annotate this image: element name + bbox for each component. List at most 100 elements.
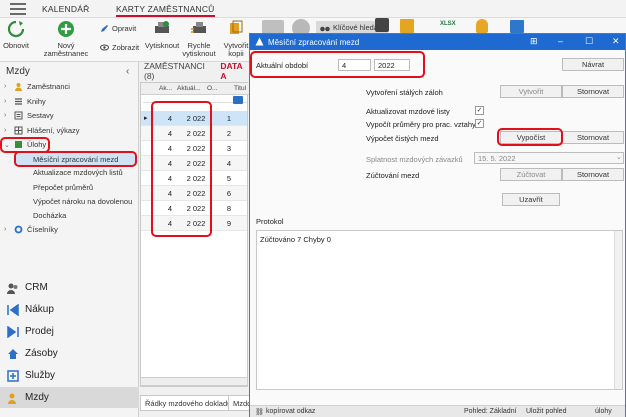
protokol-area[interactable]: Zúčtováno 7 Chyby 0 bbox=[256, 230, 623, 390]
ulohy-status[interactable]: úlohy bbox=[595, 408, 612, 415]
obnovit-button[interactable]: Obnovit bbox=[2, 20, 30, 50]
chevron-down-icon[interactable]: ⌄ bbox=[616, 153, 622, 161]
tab-radky-mzdoveho-dokladu[interactable]: Řádky mzdového dokladu bbox=[140, 395, 237, 411]
zuctovat-button[interactable]: Zúčtovat bbox=[500, 168, 562, 181]
pencil-icon bbox=[101, 25, 108, 32]
splatnost-label: Splatnost mzdových závazků bbox=[366, 155, 463, 164]
horizontal-scrollbar[interactable] bbox=[140, 377, 248, 386]
minimize-icon[interactable]: – bbox=[558, 36, 563, 46]
table-cell: 9 bbox=[226, 219, 232, 228]
novy-label: Nový zaměstnanec bbox=[43, 41, 89, 58]
tree-knihy[interactable]: › Knihy bbox=[4, 97, 46, 106]
stornovat-vypocet-button[interactable]: Stornovat bbox=[562, 131, 624, 144]
col-aktual[interactable]: Aktuál... bbox=[177, 85, 200, 92]
tree-vypocet-naroku[interactable]: Výpočet nároku na dovolenou bbox=[33, 197, 132, 206]
expand-icon[interactable]: › bbox=[4, 226, 10, 233]
close-icon[interactable]: ✕ bbox=[612, 36, 620, 47]
col-o[interactable]: O... bbox=[207, 85, 217, 92]
expand-icon[interactable]: › bbox=[4, 112, 10, 119]
tab-kalendar[interactable]: KALENDÁŘ bbox=[42, 4, 89, 14]
module-label: Mzdy bbox=[25, 392, 49, 403]
vytisknout-label: Vytisknout bbox=[144, 41, 180, 50]
tree-aktualizace[interactable]: Aktualizace mzdových listů bbox=[33, 168, 123, 177]
obnovit-label: Obnovit bbox=[3, 41, 29, 50]
tab-karty-zamestnancu[interactable]: KARTY ZAMĚSTNANCŮ bbox=[116, 4, 215, 17]
stornovat-zuctovani-button[interactable]: Stornovat bbox=[562, 168, 624, 181]
tree-label: Výpočet nároku na dovolenou bbox=[33, 197, 133, 206]
uzavrit-button[interactable]: Uzavřít bbox=[502, 193, 560, 206]
tree-sestavy[interactable]: › Sestavy bbox=[4, 111, 54, 120]
vytvorit-kopii-button[interactable]: Vytvořit kopii bbox=[220, 20, 252, 58]
module-crm[interactable]: CRM bbox=[0, 277, 139, 298]
aktualizovat-label: Aktualizovat mzdové listy bbox=[366, 107, 450, 116]
maximize-icon[interactable]: ☐ bbox=[585, 36, 593, 47]
tree-label: Číselníky bbox=[27, 225, 58, 234]
database-icon[interactable] bbox=[476, 19, 488, 33]
highlight-mesicni bbox=[14, 151, 137, 167]
pin-icon[interactable]: ⊞ bbox=[530, 36, 538, 47]
table-cell: 2 bbox=[226, 129, 232, 138]
module-label: Prodej bbox=[25, 326, 54, 337]
xlsx-icon[interactable]: XLSX bbox=[440, 21, 456, 27]
fast-print-icon bbox=[191, 22, 206, 33]
vytvorit-button[interactable]: Vytvořit bbox=[500, 85, 562, 98]
stornovat-zalohy-button[interactable]: Stornovat bbox=[562, 85, 624, 98]
zobrazit-button[interactable]: Zobrazit bbox=[100, 43, 139, 52]
splatnost-select[interactable]: 15. 5. 2022 bbox=[474, 152, 624, 164]
navrat-button[interactable]: Návrat bbox=[562, 58, 624, 71]
pohled-label[interactable]: Pohled: Základní bbox=[464, 408, 517, 415]
tree-label: Přepočet průměrů bbox=[33, 183, 94, 192]
expand-icon[interactable]: › bbox=[4, 83, 10, 90]
tree-zamestnanci[interactable]: › Zaměstnanci bbox=[4, 82, 70, 91]
col-titul[interactable]: Titul bbox=[234, 85, 246, 92]
opravit-button[interactable]: Opravit bbox=[100, 24, 136, 33]
menu-icon[interactable] bbox=[10, 3, 26, 15]
tree-label: Aktualizace mzdových listů bbox=[33, 168, 123, 177]
kopirovat-odkaz[interactable]: kopírovat odkaz bbox=[266, 408, 315, 415]
protokol-label: Protokol bbox=[256, 217, 284, 226]
expand-icon[interactable]: › bbox=[4, 98, 10, 105]
rychle-label-2: vytisknout bbox=[182, 49, 216, 58]
table-cell: 3 bbox=[226, 144, 232, 153]
link-icon[interactable]: ⛓ bbox=[255, 408, 264, 416]
tree-prepocet[interactable]: Přepočet průměrů bbox=[33, 183, 93, 192]
filter-icon[interactable] bbox=[233, 96, 243, 104]
module-label: Nákup bbox=[25, 304, 54, 315]
tree-dochazka[interactable]: Docházka bbox=[33, 211, 66, 220]
tree-hlaseni[interactable]: › Hlášení, výkazy bbox=[4, 126, 80, 135]
zuctovani-label: Zúčtování mezd bbox=[366, 171, 420, 180]
rychle-vytisknout-button[interactable]: Rychle vytisknout bbox=[180, 20, 218, 58]
highlight-vypocist bbox=[497, 128, 563, 146]
module-prodej[interactable]: Prodej bbox=[0, 321, 139, 342]
module-sluzby[interactable]: Služby bbox=[0, 365, 139, 386]
main-header: ZAMĚSTNANCI (8) DATA A bbox=[140, 61, 250, 81]
module-zasoby[interactable]: Zásoby bbox=[0, 343, 139, 364]
clipboard-icon[interactable] bbox=[400, 19, 414, 33]
status-bar: ⛓ kopírovat odkaz Pohled: Základní Uloži… bbox=[250, 405, 625, 417]
report-icon bbox=[14, 111, 23, 120]
prumery-checkbox[interactable]: ✓ bbox=[475, 119, 484, 128]
table-cell: 5 bbox=[226, 174, 232, 183]
vytvorit-label-2: kopii bbox=[228, 49, 244, 58]
novy-zamestnanec-button[interactable]: Nový zaměstnanec bbox=[35, 20, 97, 58]
module-mzdy[interactable]: Mzdy bbox=[0, 387, 139, 408]
table-cell: 4 bbox=[226, 159, 232, 168]
document-icon[interactable] bbox=[510, 20, 524, 33]
vytisknout-button[interactable]: Vytisknout bbox=[143, 20, 181, 50]
tab-mzdo[interactable]: Mzdo bbox=[228, 395, 250, 411]
list-icon bbox=[15, 98, 22, 105]
col-ak[interactable]: Ak... bbox=[159, 85, 172, 92]
highlight-grid-columns bbox=[151, 101, 212, 237]
monitor-icon[interactable] bbox=[375, 18, 389, 32]
expand-icon[interactable]: › bbox=[4, 127, 10, 134]
table-cell: 1 bbox=[226, 114, 232, 123]
gear-icon bbox=[14, 225, 23, 234]
protokol-scrollbar[interactable] bbox=[614, 231, 622, 389]
collapse-icon[interactable]: ‹ bbox=[126, 66, 129, 77]
tree-ciselniky[interactable]: › Číselníky bbox=[4, 225, 58, 234]
employees-count: ZAMĚSTNANCI (8) bbox=[144, 61, 205, 81]
nakup-icon bbox=[7, 303, 19, 316]
ulozit-pohled[interactable]: Uložit pohled bbox=[526, 408, 566, 415]
aktualizovat-checkbox[interactable]: ✓ bbox=[475, 106, 484, 115]
module-nakup[interactable]: Nákup bbox=[0, 299, 139, 320]
